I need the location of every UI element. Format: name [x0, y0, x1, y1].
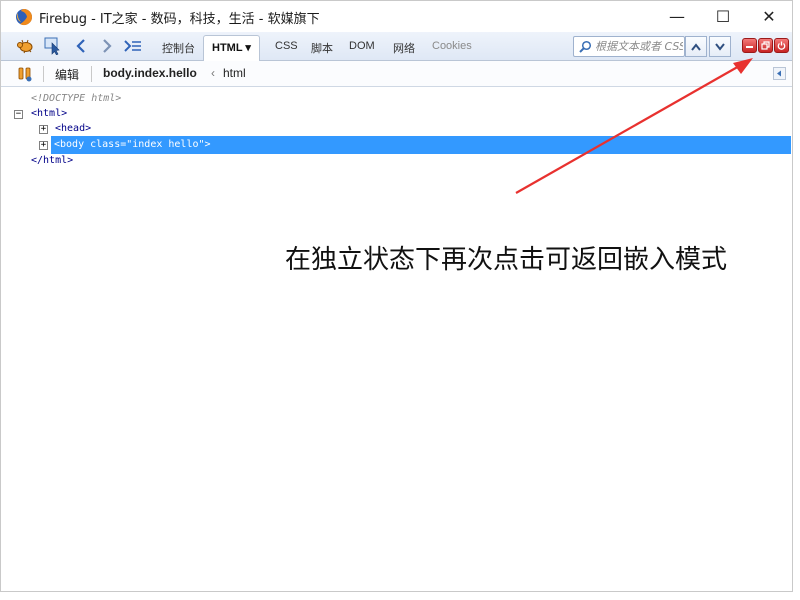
firefox-logo-icon — [16, 9, 33, 26]
inspect-cursor-icon — [44, 37, 60, 55]
annotation-arrow — [515, 58, 753, 194]
tab-dom[interactable]: DOM — [349, 40, 375, 52]
body-node-selected[interactable]: <body class="index hello"> — [51, 136, 791, 154]
window-title: Firebug - IT之家 - 数码，科技，生活 - 软媒旗下 — [39, 12, 320, 27]
search-icon — [579, 40, 592, 53]
chevron-down-icon — [715, 42, 725, 51]
search-box[interactable] — [573, 36, 685, 57]
close-window-button[interactable]: ✕ — [746, 1, 792, 32]
power-icon — [777, 41, 786, 50]
tab-html[interactable]: HTML ▾ — [203, 35, 260, 62]
firebug-minimize-button[interactable] — [742, 38, 757, 53]
breadcrumb-separator: ‹ — [211, 66, 215, 80]
doctype-node[interactable]: <!DOCTYPE html> — [31, 91, 121, 107]
expand-toggle[interactable]: + — [39, 141, 48, 150]
firebug-window: Firebug - IT之家 - 数码，科技，生活 - 软媒旗下 — ☐ ✕ 控… — [0, 0, 793, 592]
minimize-icon — [746, 46, 753, 48]
chevron-left-icon — [76, 39, 85, 53]
breadcrumb-current[interactable]: body.index.hello — [103, 66, 197, 80]
head-node[interactable]: <head> — [55, 121, 91, 137]
breadcrumb-parent[interactable]: html — [223, 66, 246, 80]
annotation-text: 在独立状态下再次点击可返回嵌入模式 — [285, 245, 728, 275]
firebug-detach-button[interactable] — [758, 38, 773, 53]
pause-break-icon[interactable] — [17, 66, 33, 82]
maximize-icon: ☐ — [715, 7, 731, 26]
expand-toggle[interactable]: + — [39, 125, 48, 134]
tab-console[interactable]: 控制台 — [162, 40, 195, 56]
firebug-menu-button[interactable] — [15, 37, 35, 55]
title-bar: Firebug - IT之家 - 数码，科技，生活 - 软媒旗下 — ☐ ✕ — [1, 1, 792, 32]
minimize-button[interactable]: — — [654, 1, 700, 32]
html-node[interactable]: <html> — [31, 106, 67, 122]
command-line-button[interactable] — [123, 37, 143, 55]
maximize-button[interactable]: ☐ — [700, 1, 746, 32]
html-close-node[interactable]: </html> — [31, 153, 73, 169]
search-previous-button[interactable] — [685, 36, 707, 57]
command-line-icon — [124, 40, 141, 52]
chevron-right-icon — [103, 39, 112, 53]
tab-script[interactable]: 脚本 — [311, 40, 333, 56]
search-input[interactable] — [595, 39, 683, 54]
tab-css[interactable]: CSS — [275, 40, 298, 52]
close-icon: ✕ — [762, 7, 776, 26]
firebug-close-button[interactable] — [774, 38, 789, 53]
breadcrumb-scroll-button[interactable] — [773, 67, 786, 80]
triangle-left-icon — [777, 70, 781, 77]
edit-button[interactable]: 编辑 — [55, 66, 79, 83]
minimize-icon: — — [669, 7, 685, 26]
back-button[interactable] — [71, 37, 91, 55]
inspect-element-button[interactable] — [43, 37, 63, 55]
firebug-bug-icon — [17, 39, 33, 54]
toolbar-separator — [91, 66, 92, 82]
chevron-up-icon — [691, 42, 701, 51]
panel-tab-bar: 控制台 HTML ▾ CSS 脚本 DOM 网络 Cookies — [1, 32, 792, 62]
forward-button[interactable] — [97, 37, 117, 55]
collapse-toggle[interactable]: − — [14, 110, 23, 119]
html-panel-toolbar: 编辑 body.index.hello ‹ html — [1, 61, 792, 87]
tab-cookies[interactable]: Cookies — [432, 40, 472, 52]
toolbar-separator — [43, 66, 44, 82]
search-next-button[interactable] — [709, 36, 731, 57]
bottom-background — [0, 592, 800, 600]
tab-net[interactable]: 网络 — [393, 40, 415, 56]
restore-icon — [761, 41, 770, 50]
